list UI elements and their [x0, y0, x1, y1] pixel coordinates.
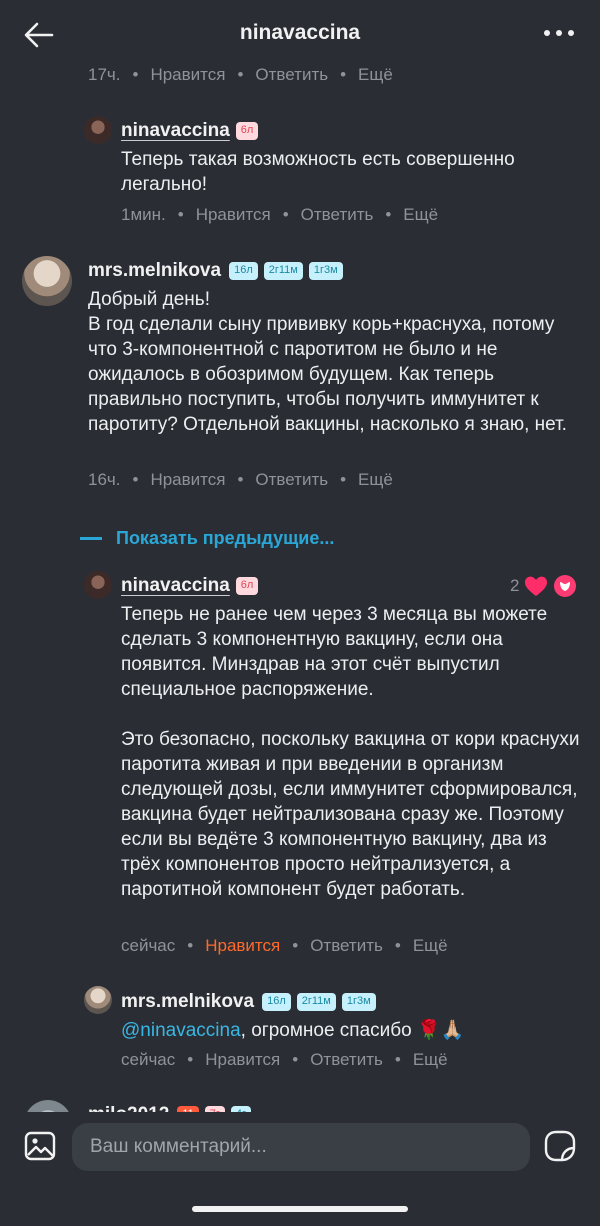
- reply-button[interactable]: Ответить: [255, 65, 328, 85]
- comment-time: сейчас: [121, 936, 176, 955]
- separator-dot: •: [177, 205, 184, 224]
- avatar[interactable]: [84, 116, 112, 144]
- age-badge: 2г11м: [296, 993, 336, 1011]
- reply-button[interactable]: Ответить: [310, 1050, 383, 1070]
- username-link[interactable]: mrs.melnikova: [88, 260, 221, 282]
- likes-indicator[interactable]: 2: [510, 574, 579, 598]
- show-previous-label: Показать предыдущие...: [116, 528, 335, 548]
- comment-text: Теперь такая возможность есть совершенно…: [121, 149, 515, 195]
- more-button[interactable]: Ещё: [403, 205, 438, 225]
- partial-comment: milo2012 11 7г 4г: [22, 1098, 322, 1112]
- like-button[interactable]: Нравится: [150, 65, 225, 85]
- comment-composer: [0, 1112, 600, 1226]
- separator-dot: •: [292, 1050, 299, 1069]
- separator-dot: •: [132, 470, 139, 489]
- more-options-icon[interactable]: [542, 22, 576, 44]
- separator-dot: •: [385, 205, 392, 224]
- separator-dot: •: [282, 205, 289, 224]
- more-button[interactable]: Ещё: [358, 470, 393, 490]
- comment-meta: сейчас • Нравится • Ответить • Ещё: [121, 936, 448, 956]
- separator-dot: •: [394, 1050, 401, 1069]
- comment-input[interactable]: [72, 1123, 530, 1171]
- comment-author: milo2012 11 7г 4г: [88, 1104, 252, 1112]
- separator-dot: •: [394, 936, 401, 955]
- like-button[interactable]: Нравится: [150, 470, 225, 490]
- separator-dot: •: [237, 65, 244, 84]
- comment-meta: 1мин. • Нравится • Ответить • Ещё: [121, 205, 438, 225]
- age-badge: 6л: [235, 577, 259, 595]
- username-link[interactable]: milo2012: [88, 1104, 169, 1112]
- separator-dot: •: [340, 470, 347, 489]
- username-link[interactable]: ninavaccina: [121, 120, 230, 142]
- back-arrow-icon[interactable]: [22, 20, 56, 50]
- separator-dot: •: [292, 936, 299, 955]
- image-attach-icon[interactable]: [24, 1130, 56, 1162]
- comment-author: ninavaccina 6л: [121, 120, 259, 142]
- age-badge: 1г3м: [308, 262, 343, 280]
- reply-button[interactable]: Ответить: [310, 936, 383, 956]
- age-badge: 1г3м: [341, 993, 376, 1011]
- mention-link[interactable]: @ninavaccina: [121, 1020, 241, 1041]
- comment-text: Теперь не ранее чем через 3 месяца вы мо…: [121, 604, 580, 900]
- avatar[interactable]: [84, 571, 112, 599]
- username-link[interactable]: ninavaccina: [121, 575, 230, 597]
- age-badge: 2г11м: [263, 262, 303, 280]
- comment-author: mrs.melnikova 16л 2г11м 1г3м: [121, 991, 376, 1013]
- age-badge: 16л: [262, 993, 291, 1011]
- home-indicator: [192, 1206, 408, 1212]
- reply-button[interactable]: Ответить: [255, 470, 328, 490]
- show-previous-replies[interactable]: Показать предыдущие...: [80, 528, 334, 549]
- like-button[interactable]: Нравится: [196, 205, 271, 225]
- reply-button[interactable]: Ответить: [301, 205, 374, 225]
- more-button[interactable]: Ещё: [358, 65, 393, 85]
- avatar[interactable]: [84, 986, 112, 1014]
- separator-dot: •: [187, 1050, 194, 1069]
- comment-text-body: , огромное спасибо 🌹🙏🏼: [240, 1020, 465, 1041]
- username-link[interactable]: mrs.melnikova: [121, 991, 254, 1013]
- comment-time: 17ч.: [88, 65, 121, 84]
- age-badge: 6л: [235, 122, 259, 140]
- separator-dot: •: [132, 65, 139, 84]
- heart-icon: [525, 576, 548, 596]
- tulip-reaction-icon: [554, 575, 577, 597]
- comment-time: сейчас: [121, 1050, 176, 1069]
- comment-time: 16ч.: [88, 470, 121, 489]
- avatar[interactable]: [22, 256, 72, 306]
- like-button[interactable]: Нравится: [205, 1050, 280, 1070]
- page-title: ninavaccina: [239, 21, 361, 44]
- top-bar: ninavaccina: [0, 0, 600, 66]
- more-button[interactable]: Ещё: [413, 936, 448, 956]
- comment-text: @ninavaccina, огромное спасибо 🌹🙏🏼: [121, 1018, 581, 1043]
- more-button[interactable]: Ещё: [413, 1050, 448, 1070]
- dash-icon: [80, 537, 102, 540]
- like-button[interactable]: Нравится: [205, 936, 280, 956]
- comment-meta: сейчас • Нравится • Ответить • Ещё: [121, 1050, 448, 1070]
- age-badge: 16л: [229, 262, 258, 280]
- comment-author: ninavaccina 6л: [121, 575, 259, 597]
- comment-time: 1мин.: [121, 205, 166, 224]
- separator-dot: •: [340, 65, 347, 84]
- likes-count: 2: [510, 576, 520, 595]
- separator-dot: •: [187, 936, 194, 955]
- comment-meta: 17ч. • Нравится • Ответить • Ещё: [88, 65, 393, 85]
- avatar[interactable]: [24, 1100, 72, 1112]
- comment-text: Добрый день! В год сделали сыну прививку…: [88, 289, 567, 435]
- sticker-icon[interactable]: [542, 1128, 578, 1164]
- separator-dot: •: [237, 470, 244, 489]
- comment-author: mrs.melnikova 16л 2г11м 1г3м: [88, 260, 343, 282]
- comment-meta: 16ч. • Нравится • Ответить • Ещё: [88, 470, 393, 490]
